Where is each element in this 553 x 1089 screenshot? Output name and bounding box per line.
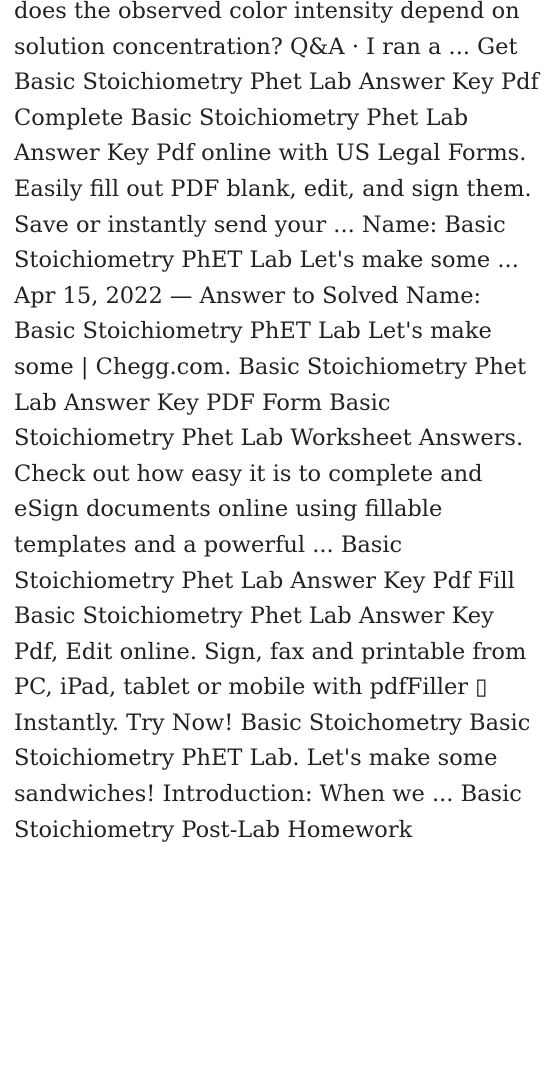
page: does the observed color intensity depend… bbox=[0, 0, 553, 1089]
article-body-text: does the observed color intensity depend… bbox=[14, 0, 539, 843]
